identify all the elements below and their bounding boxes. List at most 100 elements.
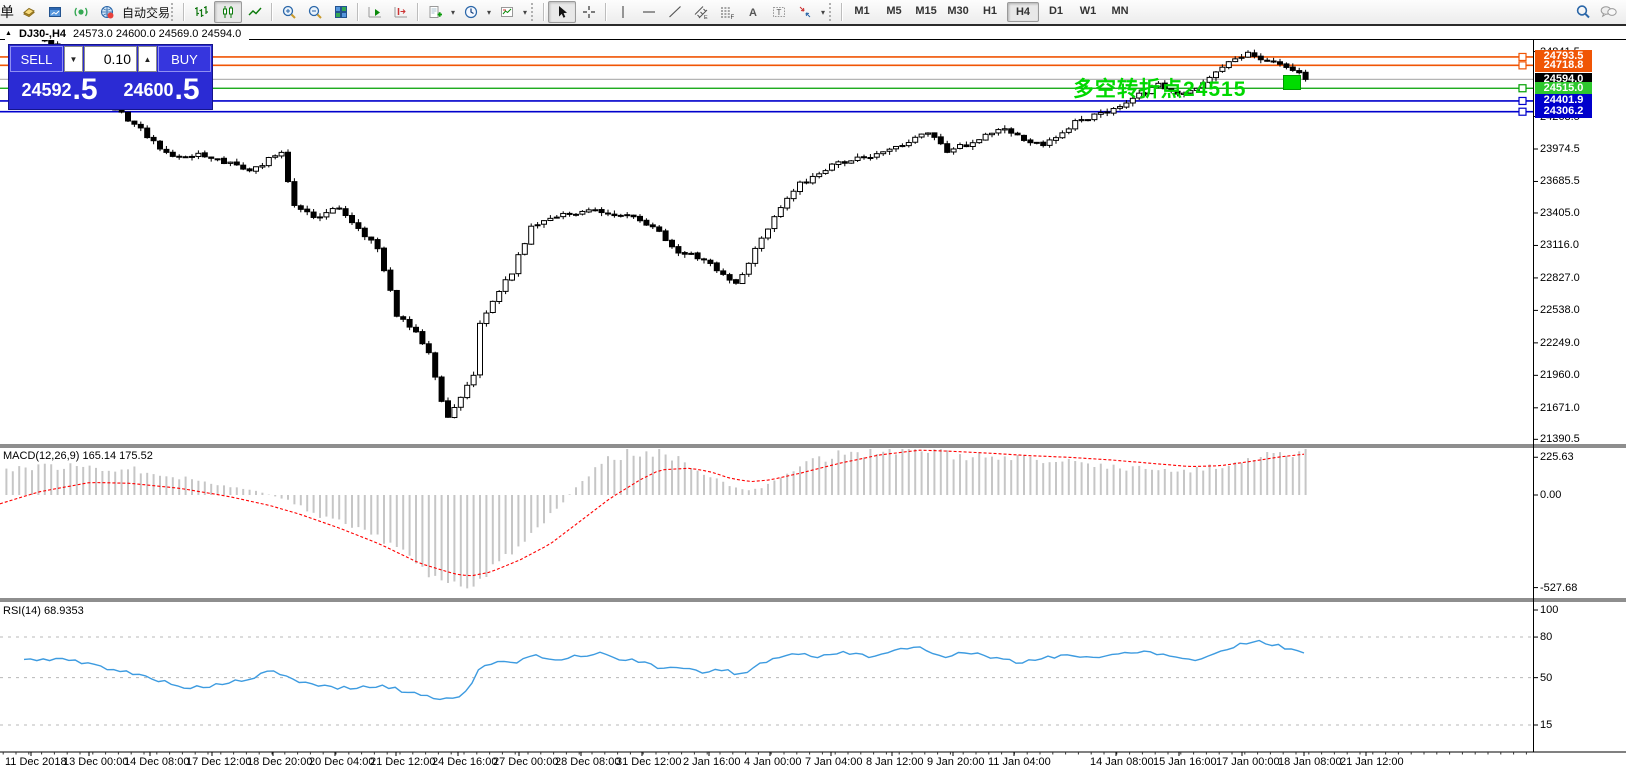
rsi-indicator-label: RSI(14) 68.9353 xyxy=(3,605,84,617)
svg-text:T: T xyxy=(777,8,782,17)
time-axis-label: 7 Jan 04:00 xyxy=(805,756,863,768)
toolbar: 单 自动交易 ▾ ▾ ▾ E F A T ▾ xyxy=(0,0,1626,25)
time-axis-label: 17 Jan 00:00 xyxy=(1216,756,1280,768)
timeframe-m5[interactable]: M5 xyxy=(879,2,909,20)
line-handle[interactable] xyxy=(1519,97,1526,104)
price-axis-tick: 22827.0 xyxy=(1540,272,1580,284)
new-order-icon[interactable] xyxy=(16,2,42,22)
zoom-in-icon[interactable] xyxy=(276,2,302,22)
position-marker[interactable] xyxy=(1283,75,1301,90)
buy-price[interactable]: 24600 .5 xyxy=(112,73,211,107)
price-axis-tick: 23116.0 xyxy=(1540,239,1579,251)
arrows-dropdown-icon[interactable]: ▾ xyxy=(818,8,828,17)
time-axis-label: 20 Dec 04:00 xyxy=(309,756,374,768)
crosshair-icon[interactable] xyxy=(576,2,602,22)
time-axis-label: 31 Dec 12:00 xyxy=(616,756,681,768)
trendline-icon[interactable] xyxy=(662,2,688,22)
time-axis-label: 4 Jan 00:00 xyxy=(744,756,802,768)
timeframe-m1[interactable]: M1 xyxy=(847,2,877,20)
terminal-window-icon[interactable] xyxy=(42,2,68,22)
toolbar-separator xyxy=(357,3,359,21)
fibonacci-icon[interactable]: F xyxy=(714,2,740,22)
volume-input[interactable] xyxy=(84,46,137,72)
time-axis-label: 24 Dec 16:00 xyxy=(432,756,497,768)
timeframe-d1[interactable]: D1 xyxy=(1041,2,1071,20)
time-axis-label: 21 Dec 12:00 xyxy=(370,756,435,768)
caret-up-icon: ▲ xyxy=(144,55,152,64)
price-axis-tick: 21671.0 xyxy=(1540,402,1580,414)
indicators-add-icon[interactable] xyxy=(422,2,448,22)
collapse-icon[interactable]: ▲ xyxy=(5,30,12,37)
new-order-label[interactable]: 单 xyxy=(0,2,16,22)
sell-price[interactable]: 24592 .5 xyxy=(10,73,109,107)
chart-shift-icon[interactable] xyxy=(388,2,414,22)
periods-dropdown-icon[interactable]: ▾ xyxy=(484,8,494,17)
price-axis-tick: 23685.5 xyxy=(1540,175,1580,187)
price-axis-tick: 21390.5 xyxy=(1540,433,1580,445)
macd-axis-tick: -527.68 xyxy=(1540,582,1577,594)
time-axis-label: 11 Jan 04:00 xyxy=(988,756,1051,768)
macd-axis-tick: 0.00 xyxy=(1540,489,1561,501)
line-handle[interactable] xyxy=(1519,53,1526,60)
indicators-dropdown-icon[interactable]: ▾ xyxy=(448,8,458,17)
text-icon[interactable]: A xyxy=(740,2,766,22)
bar-chart-icon[interactable] xyxy=(188,2,214,22)
toolbar-separator xyxy=(605,3,607,21)
time-axis-label: 15 Jan 16:00 xyxy=(1153,756,1217,768)
macd-axis-tick: 225.63 xyxy=(1540,451,1574,463)
templates-icon[interactable] xyxy=(494,2,520,22)
search-icon[interactable] xyxy=(1570,2,1596,22)
rsi-axis-tick: 50 xyxy=(1540,672,1552,684)
periods-clock-icon[interactable] xyxy=(458,2,484,22)
time-axis-label: 18 Dec 20:00 xyxy=(247,756,312,768)
buy-button[interactable]: BUY xyxy=(158,46,211,72)
zoom-out-icon[interactable] xyxy=(302,2,328,22)
cursor-icon[interactable] xyxy=(548,1,576,23)
line-price-label: 24306.2 xyxy=(1535,105,1592,118)
timeframe-w1[interactable]: W1 xyxy=(1073,2,1103,20)
chart-canvas[interactable] xyxy=(0,26,1626,774)
mt4-terminal: 单 自动交易 ▾ ▾ ▾ E F A T ▾ xyxy=(0,0,1626,774)
candlestick-chart-icon[interactable] xyxy=(214,1,242,23)
sell-button[interactable]: SELL xyxy=(10,46,63,72)
price-axis-tick: 21960.0 xyxy=(1540,369,1580,381)
time-axis-label: 9 Jan 20:00 xyxy=(927,756,985,768)
auto-trading-label[interactable]: 自动交易 xyxy=(122,4,170,21)
line-chart-icon[interactable] xyxy=(242,2,268,22)
volume-decrease-button[interactable]: ▼ xyxy=(64,46,83,72)
tile-windows-icon[interactable] xyxy=(328,2,354,22)
ohlc-values: 24573.0 24600.0 24569.0 24594.0 xyxy=(73,28,241,40)
text-label-icon[interactable]: T xyxy=(766,2,792,22)
arrows-objects-icon[interactable] xyxy=(792,2,818,22)
time-axis-label: 28 Dec 08:00 xyxy=(555,756,620,768)
timeframe-m15[interactable]: M15 xyxy=(911,2,941,20)
timeframe-m30[interactable]: M30 xyxy=(943,2,973,20)
auto-scroll-icon[interactable] xyxy=(362,2,388,22)
line-handle[interactable] xyxy=(1519,62,1526,69)
time-axis-label: 11 Dec 2018 xyxy=(5,756,67,768)
svg-text:A: A xyxy=(749,7,757,19)
caret-down-icon: ▼ xyxy=(70,55,78,64)
line-handle[interactable] xyxy=(1519,108,1526,115)
time-axis-label: 2 Jan 16:00 xyxy=(683,756,741,768)
horizontal-line-icon[interactable] xyxy=(636,2,662,22)
signals-icon[interactable] xyxy=(68,2,94,22)
toolbar-grip xyxy=(171,3,177,21)
timeframe-h4[interactable]: H4 xyxy=(1007,2,1039,22)
price-axis-tick: 23974.5 xyxy=(1540,143,1580,155)
timeframe-mn[interactable]: MN xyxy=(1105,2,1135,20)
toolbar-grip xyxy=(531,3,537,21)
chat-icon[interactable] xyxy=(1596,2,1622,22)
time-axis-label: 18 Jan 08:00 xyxy=(1278,756,1342,768)
time-axis-label: 21 Jan 12:00 xyxy=(1340,756,1404,768)
templates-dropdown-icon[interactable]: ▾ xyxy=(520,8,530,17)
auto-trading-icon[interactable] xyxy=(94,2,120,22)
chart-annotation-text[interactable]: 多空转折点24515 xyxy=(1073,73,1246,103)
volume-increase-button[interactable]: ▲ xyxy=(138,46,157,72)
equidistant-channel-icon[interactable]: E xyxy=(688,2,714,22)
line-handle[interactable] xyxy=(1519,85,1526,92)
timeframe-h1[interactable]: H1 xyxy=(975,2,1005,20)
toolbar-separator xyxy=(183,3,185,21)
vertical-line-icon[interactable] xyxy=(610,2,636,22)
symbol-period-label: DJ30-,H4 xyxy=(19,28,66,40)
